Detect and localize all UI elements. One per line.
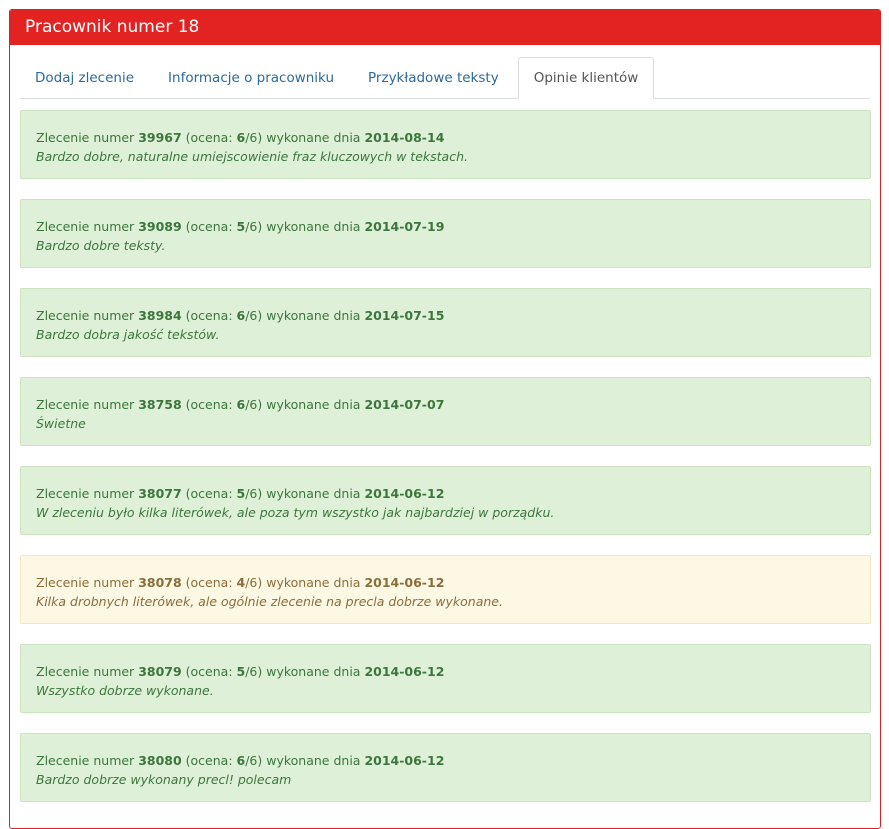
review-date: 2014-08-14 bbox=[364, 130, 445, 145]
rating-value: 6 bbox=[236, 130, 246, 145]
reviews-list: Zlecenie numer 39967 (ocena: 6/6) wykona… bbox=[20, 110, 871, 802]
review-header: Zlecenie numer 38758 (ocena: 6/6) wykona… bbox=[36, 396, 855, 414]
rating-max: /6) wykonane dnia bbox=[245, 397, 365, 412]
order-number: 38077 bbox=[138, 486, 182, 501]
review-item: Zlecenie numer 38984 (ocena: 6/6) wykona… bbox=[20, 288, 871, 357]
rating-open: (ocena: bbox=[181, 397, 237, 412]
rating-value: 5 bbox=[236, 664, 246, 679]
review-comment: Kilka drobnych literówek, ale ogólnie zl… bbox=[36, 594, 503, 609]
review-date: 2014-06-12 bbox=[364, 753, 445, 768]
review-header: Zlecenie numer 39967 (ocena: 6/6) wykona… bbox=[36, 129, 855, 147]
order-number: 39089 bbox=[138, 219, 182, 234]
review-header: Zlecenie numer 39089 (ocena: 5/6) wykona… bbox=[36, 218, 855, 236]
order-prefix: Zlecenie numer bbox=[36, 664, 139, 679]
review-item: Zlecenie numer 38758 (ocena: 6/6) wykona… bbox=[20, 377, 871, 446]
review-comment: W zleceniu było kilka literówek, ale poz… bbox=[36, 505, 555, 520]
review-date: 2014-07-15 bbox=[364, 308, 445, 323]
rating-max: /6) wykonane dnia bbox=[245, 664, 365, 679]
review-header: Zlecenie numer 38078 (ocena: 4/6) wykona… bbox=[36, 574, 855, 592]
rating-max: /6) wykonane dnia bbox=[245, 753, 365, 768]
order-prefix: Zlecenie numer bbox=[36, 219, 139, 234]
review-comment: Świetne bbox=[36, 416, 86, 431]
rating-max: /6) wykonane dnia bbox=[245, 486, 365, 501]
review-comment: Bardzo dobre, naturalne umiejscowienie f… bbox=[36, 149, 468, 164]
review-date: 2014-06-12 bbox=[364, 664, 445, 679]
review-date: 2014-07-19 bbox=[364, 219, 445, 234]
order-prefix: Zlecenie numer bbox=[36, 130, 139, 145]
review-header: Zlecenie numer 38079 (ocena: 5/6) wykona… bbox=[36, 663, 855, 681]
order-prefix: Zlecenie numer bbox=[36, 308, 139, 323]
order-prefix: Zlecenie numer bbox=[36, 486, 139, 501]
review-item: Zlecenie numer 39967 (ocena: 6/6) wykona… bbox=[20, 110, 871, 179]
rating-value: 6 bbox=[236, 753, 246, 768]
review-item: Zlecenie numer 38080 (ocena: 6/6) wykona… bbox=[20, 733, 871, 802]
order-prefix: Zlecenie numer bbox=[36, 397, 139, 412]
rating-open: (ocena: bbox=[181, 575, 237, 590]
review-date: 2014-06-12 bbox=[364, 486, 445, 501]
rating-value: 4 bbox=[236, 575, 246, 590]
review-item: Zlecenie numer 39089 (ocena: 5/6) wykona… bbox=[20, 199, 871, 268]
worker-panel: Pracownik numer 18 Dodaj zlecenie Inform… bbox=[9, 9, 881, 829]
order-number: 38984 bbox=[138, 308, 182, 323]
review-date: 2014-06-12 bbox=[364, 575, 445, 590]
tab-sample-texts[interactable]: Przykładowe teksty bbox=[353, 58, 514, 98]
order-number: 38758 bbox=[138, 397, 182, 412]
rating-open: (ocena: bbox=[181, 664, 237, 679]
review-header: Zlecenie numer 38077 (ocena: 5/6) wykona… bbox=[36, 485, 855, 503]
rating-open: (ocena: bbox=[181, 219, 237, 234]
tab-worker-info[interactable]: Informacje o pracowniku bbox=[153, 58, 349, 98]
rating-open: (ocena: bbox=[181, 753, 237, 768]
tab-client-reviews[interactable]: Opinie klientów bbox=[517, 57, 655, 99]
order-number: 38079 bbox=[138, 664, 182, 679]
review-item-warning: Zlecenie numer 38078 (ocena: 4/6) wykona… bbox=[20, 555, 871, 624]
panel-title: Pracownik numer 18 bbox=[10, 10, 880, 45]
rating-max: /6) wykonane dnia bbox=[245, 308, 365, 323]
tab-add-order[interactable]: Dodaj zlecenie bbox=[20, 58, 149, 98]
order-number: 38078 bbox=[138, 575, 182, 590]
review-header: Zlecenie numer 38984 (ocena: 6/6) wykona… bbox=[36, 307, 855, 325]
rating-max: /6) wykonane dnia bbox=[245, 130, 365, 145]
review-date: 2014-07-07 bbox=[364, 397, 445, 412]
tab-bar: Dodaj zlecenie Informacje o pracowniku P… bbox=[20, 57, 870, 99]
rating-max: /6) wykonane dnia bbox=[245, 219, 365, 234]
review-comment: Wszystko dobrze wykonane. bbox=[36, 683, 214, 698]
review-comment: Bardzo dobra jakość tekstów. bbox=[36, 327, 220, 342]
rating-open: (ocena: bbox=[181, 130, 237, 145]
rating-value: 6 bbox=[236, 308, 246, 323]
review-item: Zlecenie numer 38077 (ocena: 5/6) wykona… bbox=[20, 466, 871, 535]
rating-open: (ocena: bbox=[181, 308, 237, 323]
rating-max: /6) wykonane dnia bbox=[245, 575, 365, 590]
order-prefix: Zlecenie numer bbox=[36, 753, 139, 768]
review-comment: Bardzo dobrze wykonany precl! polecam bbox=[36, 772, 292, 787]
rating-open: (ocena: bbox=[181, 486, 237, 501]
order-number: 38080 bbox=[138, 753, 182, 768]
rating-value: 5 bbox=[236, 219, 246, 234]
review-comment: Bardzo dobre teksty. bbox=[36, 238, 166, 253]
review-item: Zlecenie numer 38079 (ocena: 5/6) wykona… bbox=[20, 644, 871, 713]
order-prefix: Zlecenie numer bbox=[36, 575, 139, 590]
rating-value: 5 bbox=[236, 486, 246, 501]
order-number: 39967 bbox=[138, 130, 182, 145]
rating-value: 6 bbox=[236, 397, 246, 412]
review-header: Zlecenie numer 38080 (ocena: 6/6) wykona… bbox=[36, 752, 855, 770]
